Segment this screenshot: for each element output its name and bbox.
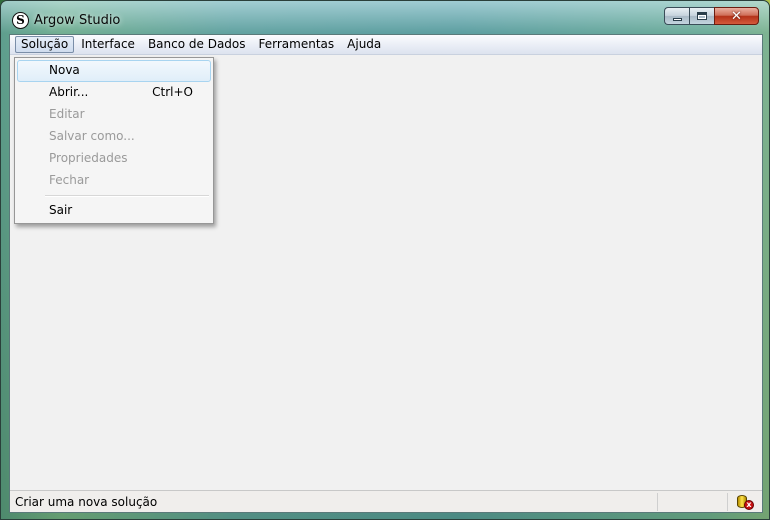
menu-item-label: Nova [49,63,80,77]
menu-item-label: Abrir... [49,85,89,99]
menu-item-editar: Editar [17,104,211,126]
menu-ajuda[interactable]: Ajuda [341,36,387,53]
close-button[interactable]: ✕ [714,7,759,25]
database-disconnected-icon[interactable]: x [736,494,754,510]
error-badge-icon: x [744,499,754,510]
shortcut-label: Ctrl+O [152,85,193,99]
menu-item-label: Propriedades [49,151,128,165]
menu-item-sair[interactable]: Sair [17,200,211,222]
menu-item-fechar: Fechar [17,170,211,192]
app-logo-icon[interactable]: S [12,12,29,29]
client-area: Solução Interface Banco de Dados Ferrame… [9,34,763,513]
minimize-icon [672,17,682,21]
menu-item-label: Salvar como... [49,129,135,143]
status-panel [658,492,728,511]
maximize-button[interactable] [689,7,714,25]
status-text: Criar uma nova solução [10,492,658,511]
close-icon: ✕ [731,8,742,24]
caption-buttons: ✕ [664,7,759,27]
menu-item-label: Sair [49,203,73,217]
status-bar: Criar uma nova solução x [10,490,762,512]
menu-bar: Solução Interface Banco de Dados Ferrame… [10,35,762,55]
menu-item-label: Editar [49,107,85,121]
window-title: Argow Studio [34,13,121,28]
menu-ferramentas[interactable]: Ferramentas [253,36,341,53]
solucao-dropdown-menu: Nova Abrir... Ctrl+O Editar Salvar como.… [14,57,214,224]
status-icon-panel[interactable]: x [728,493,762,511]
menu-interface[interactable]: Interface [75,36,141,53]
menu-item-salvar-como: Salvar como... [17,126,211,148]
minimize-button[interactable] [664,7,689,25]
menu-item-abrir[interactable]: Abrir... Ctrl+O [17,82,211,104]
app-window: S Argow Studio ✕ Solução Interface Banco… [0,0,770,520]
menu-separator [17,192,211,200]
menu-item-propriedades: Propriedades [17,148,211,170]
title-bar[interactable]: S Argow Studio ✕ [1,1,769,35]
menu-item-label: Fechar [49,173,90,187]
menu-item-nova[interactable]: Nova [17,60,211,82]
menu-banco-de-dados[interactable]: Banco de Dados [142,36,252,53]
menu-solucao[interactable]: Solução [15,36,75,53]
maximize-icon [697,12,707,20]
